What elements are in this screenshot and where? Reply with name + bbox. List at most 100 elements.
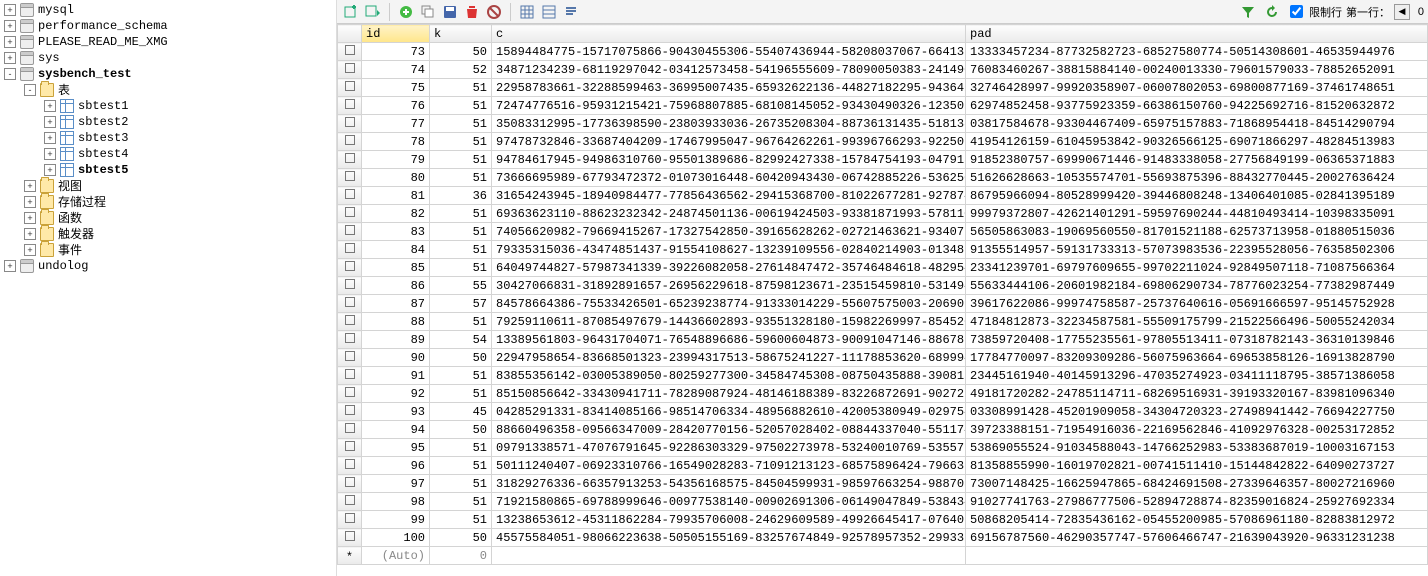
add-row-button[interactable] — [341, 2, 361, 22]
cell-id[interactable]: 86 — [362, 277, 430, 295]
cell-id[interactable]: 89 — [362, 331, 430, 349]
table-row[interactable]: 925185150856642-33430941711-78289087924-… — [338, 385, 1428, 403]
expander-icon[interactable]: + — [4, 4, 16, 16]
db-sysbench-test[interactable]: -sysbench_test — [0, 66, 336, 82]
cell-pad[interactable]: 69156787560-46290357747-57606466747-2163… — [966, 529, 1428, 547]
cell-k[interactable]: 51 — [430, 79, 492, 97]
cell-k[interactable]: 51 — [430, 169, 492, 187]
cell-pad[interactable]: 03817584678-93304467409-65975157883-7186… — [966, 115, 1428, 133]
row-selector[interactable] — [338, 385, 362, 403]
expander-icon[interactable]: + — [24, 180, 36, 192]
cell-pad[interactable]: 55633444106-20601982184-69806290734-7877… — [966, 277, 1428, 295]
refresh-button[interactable] — [1262, 2, 1282, 22]
cell-pad[interactable]: 99979372807-42621401291-59597690244-4481… — [966, 205, 1428, 223]
row-selector-new[interactable]: * — [338, 547, 362, 565]
cell-c[interactable]: 31654243945-18940984477-77856436562-2941… — [492, 187, 966, 205]
table-row[interactable]: 975131829276336-66357913253-54356168575-… — [338, 475, 1428, 493]
row-selector[interactable] — [338, 493, 362, 511]
cell-pad[interactable]: 39617622086-99974758587-25737640616-0569… — [966, 295, 1428, 313]
cell-id[interactable]: 100 — [362, 529, 430, 547]
cell-pad[interactable]: 32746428997-99920358907-06007802053-6980… — [966, 79, 1428, 97]
row-selector[interactable] — [338, 133, 362, 151]
cell-pad[interactable]: 13333457234-87732582723-68527580774-5051… — [966, 43, 1428, 61]
cell-k[interactable]: 51 — [430, 439, 492, 457]
cell-id[interactable]: 77 — [362, 115, 430, 133]
table-row[interactable]: 1005045575584051-98066223638-50505155169… — [338, 529, 1428, 547]
cell-k[interactable]: 51 — [430, 97, 492, 115]
cell-c[interactable]: 88660496358-09566347009-28420770156-5205… — [492, 421, 966, 439]
cell-id[interactable]: 98 — [362, 493, 430, 511]
table-row[interactable]: 895413389561803-96431704071-76548896686-… — [338, 331, 1428, 349]
row-selector[interactable] — [338, 205, 362, 223]
cell-pad[interactable]: 73007148425-16625947865-68424691508-2733… — [966, 475, 1428, 493]
folder-views[interactable]: +视图 — [0, 178, 336, 194]
cell-pad[interactable]: 23445161940-40145913296-47035274923-0341… — [966, 367, 1428, 385]
cell-k[interactable]: 51 — [430, 511, 492, 529]
cell-k[interactable]: 51 — [430, 313, 492, 331]
cell-k[interactable]: 50 — [430, 421, 492, 439]
cell-pad[interactable]: 56505863083-19069560550-81701521188-6257… — [966, 223, 1428, 241]
table-row[interactable]: 885179259110611-87085497679-14436602893-… — [338, 313, 1428, 331]
cell-id[interactable]: 94 — [362, 421, 430, 439]
expander-icon[interactable]: + — [4, 52, 16, 64]
row-selector[interactable] — [338, 79, 362, 97]
cell-pad[interactable]: 51626628663-10535574701-55693875396-8843… — [966, 169, 1428, 187]
table-row[interactable]: 735015894484775-15717075866-90430455306-… — [338, 43, 1428, 61]
expander-icon[interactable]: + — [44, 132, 56, 144]
table-row[interactable]: 965150111240407-06923310766-16549028283-… — [338, 457, 1428, 475]
cell-c[interactable]: 13238653612-45311862284-79935706008-2462… — [492, 511, 966, 529]
cell-id[interactable]: 92 — [362, 385, 430, 403]
cell-c[interactable]: 73666695989-67793472372-01073016448-6042… — [492, 169, 966, 187]
row-selector-header[interactable] — [338, 25, 362, 43]
row-selector[interactable] — [338, 169, 362, 187]
cell-c[interactable]: 83855356142-03005389050-80259277300-3458… — [492, 367, 966, 385]
cell-c[interactable]: 74056620982-79669415267-17327542850-3916… — [492, 223, 966, 241]
cell-k[interactable]: 50 — [430, 349, 492, 367]
cell-c[interactable]: 85150856642-33430941711-78289087924-4814… — [492, 385, 966, 403]
cell-pad[interactable]: 49181720282-24785114711-68269516931-3919… — [966, 385, 1428, 403]
row-selector[interactable] — [338, 475, 362, 493]
row-selector[interactable] — [338, 367, 362, 385]
cell-c[interactable] — [492, 547, 966, 565]
cell-id[interactable]: 79 — [362, 151, 430, 169]
cell-c[interactable]: 35083312995-17736398590-23803933036-2673… — [492, 115, 966, 133]
cell-c[interactable]: 79259110611-87085497679-14436602893-9355… — [492, 313, 966, 331]
table-row[interactable]: 955109791338571-47076791645-92286303329-… — [338, 439, 1428, 457]
cell-c[interactable]: 72474776516-95931215421-75968807885-6810… — [492, 97, 966, 115]
cell-c[interactable]: 31829276336-66357913253-54356168575-8450… — [492, 475, 966, 493]
limit-rows-checkbox[interactable] — [1290, 5, 1303, 18]
cell-pad[interactable]: 73859720408-17755235561-97805513411-0731… — [966, 331, 1428, 349]
cell-c[interactable]: 34871234239-68119297042-03412573458-5419… — [492, 61, 966, 79]
row-selector[interactable] — [338, 349, 362, 367]
cell-k[interactable]: 51 — [430, 259, 492, 277]
row-selector[interactable] — [338, 421, 362, 439]
cell-pad[interactable]: 03308991428-45201909058-34304720323-2749… — [966, 403, 1428, 421]
table-row[interactable]: 934504285291331-83414085166-98514706334-… — [338, 403, 1428, 421]
table-sbtest1[interactable]: +sbtest1 — [0, 98, 336, 114]
table-row[interactable]: 855164049744827-57987341339-39226082058-… — [338, 259, 1428, 277]
cell-k[interactable]: 52 — [430, 61, 492, 79]
cell-pad[interactable]: 91852380757-69990671446-91483338058-2775… — [966, 151, 1428, 169]
cell-c[interactable]: 09791338571-47076791645-92286303329-9750… — [492, 439, 966, 457]
table-row[interactable]: 805173666695989-67793472372-01073016448-… — [338, 169, 1428, 187]
cell-k[interactable]: 55 — [430, 277, 492, 295]
cell-k[interactable]: 51 — [430, 115, 492, 133]
cell-k[interactable]: 51 — [430, 205, 492, 223]
row-selector[interactable] — [338, 241, 362, 259]
cell-pad[interactable]: 39723388151-71954916036-22169562846-4109… — [966, 421, 1428, 439]
row-selector[interactable] — [338, 295, 362, 313]
table-row[interactable]: 915183855356142-03005389050-80259277300-… — [338, 367, 1428, 385]
row-selector[interactable] — [338, 313, 362, 331]
row-selector[interactable] — [338, 115, 362, 133]
row-selector[interactable] — [338, 331, 362, 349]
table-row[interactable]: 865530427066831-31892891657-26956229618-… — [338, 277, 1428, 295]
cell-c[interactable]: 94784617945-94986310760-95501389686-8299… — [492, 151, 966, 169]
table-row[interactable]: 945088660496358-09566347009-28420770156-… — [338, 421, 1428, 439]
row-selector[interactable] — [338, 403, 362, 421]
table-row[interactable]: 835174056620982-79669415267-17327542850-… — [338, 223, 1428, 241]
table-row[interactable]: 985171921580865-69788999646-00977538140-… — [338, 493, 1428, 511]
cell-id[interactable]: 97 — [362, 475, 430, 493]
table-row[interactable]: 795194784617945-94986310760-95501389686-… — [338, 151, 1428, 169]
cell-pad[interactable]: 76083460267-38815884140-00240013330-7960… — [966, 61, 1428, 79]
db-performance-schema[interactable]: +performance_schema — [0, 18, 336, 34]
